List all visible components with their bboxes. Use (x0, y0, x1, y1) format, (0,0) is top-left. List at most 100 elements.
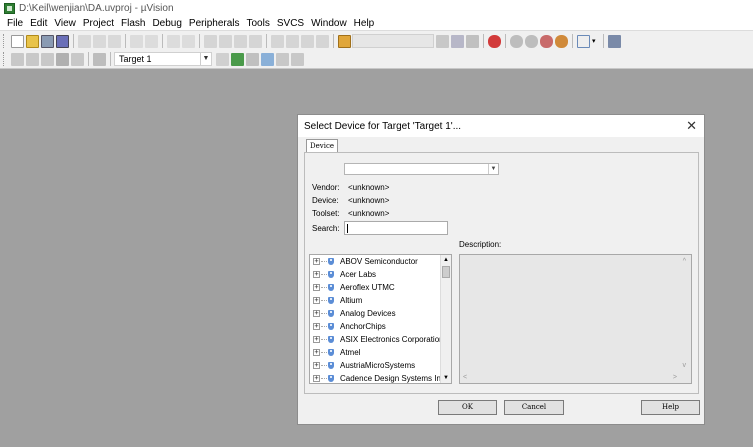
scroll-left-arrow-icon[interactable]: < (463, 374, 467, 381)
scroll-down-arrow-icon[interactable]: ▼ (441, 373, 451, 383)
menu-edit[interactable]: Edit (27, 18, 51, 29)
tree-item-vendor[interactable]: + Atmel (310, 346, 360, 359)
uncomment-icon[interactable] (316, 34, 329, 48)
tree-item-vendor[interactable]: + AnchorChips (310, 320, 386, 333)
expand-icon[interactable]: + (313, 336, 320, 343)
incremental-find-icon[interactable] (466, 34, 479, 48)
copy-icon[interactable] (93, 34, 106, 48)
new-file-icon[interactable] (11, 34, 24, 48)
tree-item-vendor[interactable]: + Altium (310, 294, 362, 307)
find-icon[interactable] (451, 34, 464, 48)
navigate-forward-icon[interactable] (182, 34, 195, 48)
paste-icon[interactable] (108, 34, 121, 48)
tree-item-vendor[interactable]: + Analog Devices (310, 307, 396, 320)
comment-icon[interactable] (301, 34, 314, 48)
menu-view[interactable]: View (51, 18, 80, 29)
toolbar-grip[interactable] (3, 52, 7, 66)
expand-icon[interactable]: + (313, 258, 320, 265)
expand-icon[interactable]: + (313, 362, 320, 369)
tree-item-vendor[interactable]: + Cadence Design Systems Inc. (310, 372, 448, 383)
disable-breakpoints-icon[interactable] (540, 34, 553, 48)
menu-window[interactable]: Window (308, 18, 351, 29)
scroll-down-arrow-icon[interactable]: v (683, 362, 687, 369)
expand-icon[interactable]: + (313, 271, 320, 278)
file-extensions-icon[interactable] (246, 52, 259, 66)
tree-item-label: Cadence Design Systems Inc. (340, 374, 448, 383)
configure-icon[interactable] (608, 34, 621, 48)
menu-file[interactable]: File (4, 18, 27, 29)
insert-breakpoint-icon[interactable] (510, 34, 523, 48)
cut-icon[interactable] (78, 34, 91, 48)
ok-button[interactable]: OK (438, 400, 497, 415)
open-folder-icon[interactable] (26, 34, 39, 48)
previous-bookmark-icon[interactable] (219, 34, 232, 48)
window-layout-icon[interactable] (577, 34, 590, 48)
undo-icon[interactable] (130, 34, 143, 48)
find-combo-dropdown-icon[interactable] (436, 34, 449, 48)
batch-build-icon[interactable] (56, 52, 69, 66)
search-input[interactable] (344, 221, 448, 235)
menu-debug[interactable]: Debug (149, 18, 185, 29)
expand-icon[interactable]: + (313, 297, 320, 304)
translate-icon[interactable] (11, 52, 24, 66)
close-icon[interactable]: ✕ (686, 118, 697, 134)
enable-breakpoint-icon[interactable] (525, 34, 538, 48)
select-packs-icon[interactable] (276, 52, 289, 66)
find-combo[interactable] (352, 34, 434, 48)
tree-item-vendor[interactable]: + ASIX Electronics Corporation (310, 333, 444, 346)
start-debug-icon[interactable] (488, 34, 501, 48)
bookmark-icon[interactable] (204, 34, 217, 48)
menu-help[interactable]: Help (351, 18, 379, 29)
expand-icon[interactable]: + (313, 310, 320, 317)
build-icon[interactable] (26, 52, 39, 66)
tree-item-vendor[interactable]: + AustriaMicroSystems (310, 359, 415, 372)
window-layout-dropdown-icon[interactable]: ▾ (592, 35, 599, 48)
scroll-up-arrow-icon[interactable]: ▲ (441, 255, 451, 265)
device-database-select[interactable]: ▼ (344, 163, 499, 175)
clear-bookmarks-icon[interactable] (249, 34, 262, 48)
tree-item-vendor[interactable]: + Aeroflex UTMC (310, 281, 395, 294)
kill-breakpoints-icon[interactable] (555, 34, 568, 48)
toolbar-separator (572, 34, 573, 48)
pack-installer-icon[interactable] (291, 52, 304, 66)
toolbar-separator (73, 34, 74, 48)
menu-project[interactable]: Project (80, 18, 118, 29)
download-icon[interactable] (93, 52, 106, 66)
expand-icon[interactable]: + (313, 323, 320, 330)
expand-icon[interactable]: + (313, 284, 320, 291)
device-value: <unknown> (348, 196, 390, 205)
rebuild-icon[interactable] (41, 52, 54, 66)
tree-item-vendor[interactable]: + Acer Labs (310, 268, 376, 281)
help-button[interactable]: Help (641, 400, 700, 415)
save-all-icon[interactable] (56, 34, 69, 48)
expand-icon[interactable]: + (313, 375, 320, 382)
scroll-right-arrow-icon[interactable]: > (673, 374, 677, 381)
unindent-icon[interactable] (286, 34, 299, 48)
tree-item-vendor[interactable]: + ABOV Semiconductor (310, 255, 418, 268)
menu-tools[interactable]: Tools (244, 18, 274, 29)
manage-run-time-icon[interactable] (261, 52, 274, 66)
cancel-button[interactable]: Cancel (504, 400, 564, 415)
menu-svcs[interactable]: SVCS (274, 18, 308, 29)
menu-flash[interactable]: Flash (118, 18, 149, 29)
target-select[interactable]: Target 1 ▼ (114, 52, 212, 66)
file-toolbar: ▾ (0, 30, 753, 51)
save-icon[interactable] (41, 34, 54, 48)
stop-build-icon[interactable] (71, 52, 84, 66)
dialog-title-bar: Select Device for Target 'Target 1'... ✕ (298, 115, 704, 137)
find-in-files-icon[interactable] (338, 34, 351, 48)
tab-device[interactable]: Device (306, 139, 339, 153)
device-tree[interactable]: + ABOV Semiconductor + Acer Labs + Aerof… (309, 254, 452, 384)
manage-project-items-icon[interactable] (231, 52, 244, 66)
navigate-back-icon[interactable] (167, 34, 180, 48)
indent-icon[interactable] (271, 34, 284, 48)
scroll-up-arrow-icon[interactable]: ^ (683, 258, 686, 265)
expand-icon[interactable]: + (313, 349, 320, 356)
target-options-icon[interactable] (216, 52, 229, 66)
menu-peripherals[interactable]: Peripherals (186, 18, 244, 29)
toolbar-grip[interactable] (3, 34, 7, 48)
tree-scrollbar[interactable]: ▲ ▼ (440, 255, 451, 383)
redo-icon[interactable] (145, 34, 158, 48)
next-bookmark-icon[interactable] (234, 34, 247, 48)
scrollbar-thumb[interactable] (442, 266, 450, 278)
